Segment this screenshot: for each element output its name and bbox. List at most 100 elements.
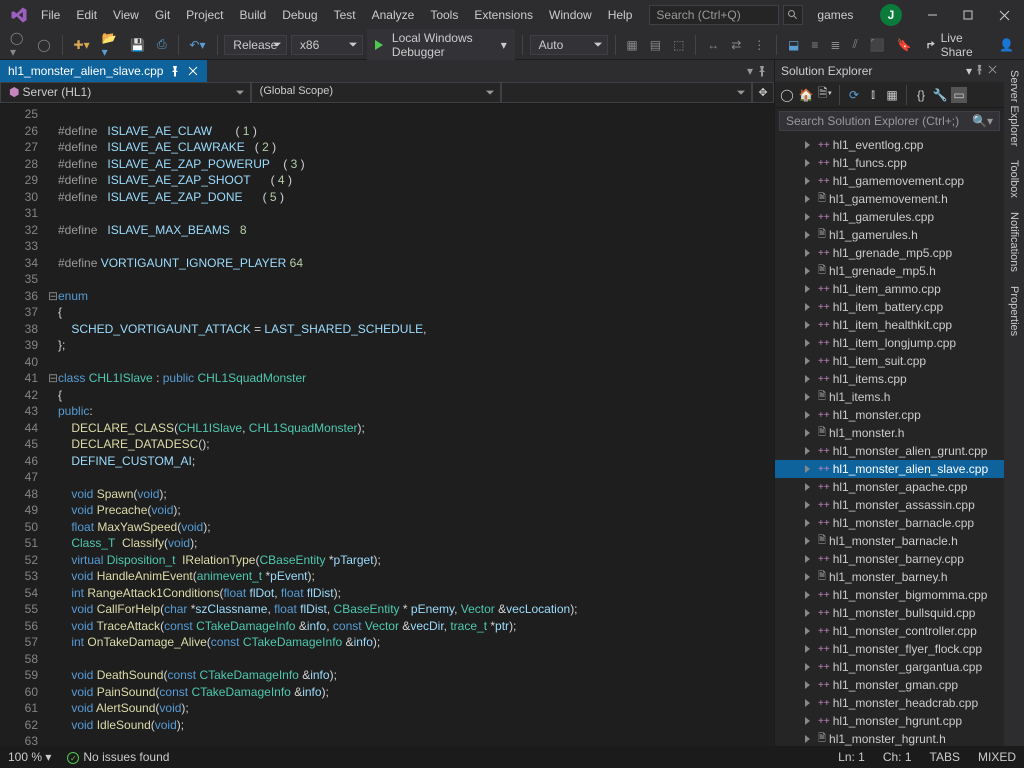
toolbar-icon-3[interactable]: ⬚ [669, 36, 688, 54]
se-item-hl1_monster_barney.cpp[interactable]: ++hl1_monster_barney.cpp [775, 550, 1004, 568]
file-tab-active[interactable]: hl1_monster_alien_slave.cpp [0, 60, 207, 82]
se-item-hl1_monster_headcrab.cpp[interactable]: ++hl1_monster_headcrab.cpp [775, 694, 1004, 712]
se-item-hl1_monster_hgrunt.h[interactable]: 🗎hl1_monster_hgrunt.h [775, 730, 1004, 746]
save-button[interactable]: 💾 [126, 36, 149, 54]
se-item-hl1_item_suit.cpp[interactable]: ++hl1_item_suit.cpp [775, 352, 1004, 370]
toolbar-icon-4[interactable]: ↔ [703, 36, 723, 54]
platform-dropdown[interactable]: x86 [291, 35, 363, 55]
se-item-hl1_gamemovement.cpp[interactable]: ++hl1_gamemovement.cpp [775, 172, 1004, 190]
open-button[interactable]: 📂▾ [98, 29, 122, 61]
config-dropdown[interactable]: Release [224, 35, 287, 55]
se-item-hl1_grenade_mp5.h[interactable]: 🗎hl1_grenade_mp5.h [775, 262, 1004, 280]
se-item-hl1_monster_controller.cpp[interactable]: ++hl1_monster_controller.cpp [775, 622, 1004, 640]
back-button[interactable]: ◯​▾ [6, 29, 29, 61]
se-preview-icon[interactable]: ▭ [951, 87, 967, 103]
rail-toolbox[interactable]: Toolbox [1008, 160, 1020, 198]
menu-git[interactable]: Git [148, 4, 177, 26]
process-dropdown[interactable]: Auto [530, 35, 608, 55]
undo-button[interactable]: ↶▾ [185, 36, 209, 54]
se-item-hl1_grenade_mp5.cpp[interactable]: ++hl1_grenade_mp5.cpp [775, 244, 1004, 262]
member-context-dropdown[interactable] [501, 82, 752, 103]
split-icon[interactable]: ✥ [752, 82, 774, 103]
toolbar-icon-1[interactable]: ▦ [622, 36, 641, 54]
menu-debug[interactable]: Debug [275, 4, 324, 26]
se-back-icon[interactable]: ◯ [779, 87, 795, 103]
maximize-button[interactable] [952, 3, 984, 27]
se-item-hl1_monster_barnacle.cpp[interactable]: ++hl1_monster_barnacle.cpp [775, 514, 1004, 532]
se-item-hl1_monster.cpp[interactable]: ++hl1_monster.cpp [775, 406, 1004, 424]
se-item-hl1_monster_alien_slave.cpp[interactable]: ++hl1_monster_alien_slave.cpp [775, 460, 1004, 478]
se-item-hl1_items.cpp[interactable]: ++hl1_items.cpp [775, 370, 1004, 388]
toolbar-icon-6[interactable]: ⋮ [749, 36, 769, 54]
close-tab-icon[interactable] [187, 65, 199, 77]
menu-help[interactable]: Help [601, 4, 640, 26]
admin-icon[interactable]: 👤 [995, 36, 1018, 54]
se-item-hl1_monster_hgrunt.cpp[interactable]: ++hl1_monster_hgrunt.cpp [775, 712, 1004, 730]
toolbar-icon-10[interactable]: ⫽ [848, 35, 861, 54]
menu-test[interactable]: Test [327, 4, 363, 26]
se-code-icon[interactable]: {} [913, 87, 929, 103]
tabs-indicator[interactable]: TABS [930, 750, 960, 764]
menu-build[interactable]: Build [233, 4, 274, 26]
se-item-hl1_monster_barnacle.h[interactable]: 🗎hl1_monster_barnacle.h [775, 532, 1004, 550]
se-item-hl1_gamerules.h[interactable]: 🗎hl1_gamerules.h [775, 226, 1004, 244]
toolbar-icon-2[interactable]: ▤ [646, 36, 665, 54]
issues-status[interactable]: ✓No issues found [67, 750, 169, 765]
lineending-indicator[interactable]: MIXED [978, 750, 1016, 764]
col-indicator[interactable]: Ch: 1 [883, 750, 912, 764]
zoom-level[interactable]: 100 % ▾ [8, 750, 51, 764]
se-item-hl1_eventlog.cpp[interactable]: ++hl1_eventlog.cpp [775, 136, 1004, 154]
se-item-hl1_item_longjump.cpp[interactable]: ++hl1_item_longjump.cpp [775, 334, 1004, 352]
se-sync-icon[interactable]: ⟳ [846, 87, 862, 103]
menu-project[interactable]: Project [179, 4, 230, 26]
forward-button[interactable]: ◯ [33, 36, 54, 54]
toolbar-icon-5[interactable]: ⇄ [727, 36, 745, 54]
se-item-hl1_gamerules.cpp[interactable]: ++hl1_gamerules.cpp [775, 208, 1004, 226]
menu-file[interactable]: File [34, 4, 67, 26]
se-item-hl1_funcs.cpp[interactable]: ++hl1_funcs.cpp [775, 154, 1004, 172]
se-item-hl1_monster_assassin.cpp[interactable]: ++hl1_monster_assassin.cpp [775, 496, 1004, 514]
line-indicator[interactable]: Ln: 1 [838, 750, 865, 764]
solution-explorer-header[interactable]: Solution Explorer ▾ [775, 60, 1004, 82]
se-item-hl1_item_ammo.cpp[interactable]: ++hl1_item_ammo.cpp [775, 280, 1004, 298]
solution-explorer-tree[interactable]: ++hl1_eventlog.cpp++hl1_funcs.cpp++hl1_g… [775, 134, 1004, 746]
se-props-icon[interactable]: 🔧 [932, 87, 948, 103]
tab-menu-dropdown[interactable]: ▾ [747, 64, 753, 78]
toolbar-icon-9[interactable]: ≣ [826, 36, 844, 54]
se-item-hl1_monster_gargantua.cpp[interactable]: ++hl1_monster_gargantua.cpp [775, 658, 1004, 676]
search-icon[interactable] [783, 5, 803, 25]
se-item-hl1_monster_barney.h[interactable]: 🗎hl1_monster_barney.h [775, 568, 1004, 586]
menu-window[interactable]: Window [542, 4, 599, 26]
se-item-hl1_items.h[interactable]: 🗎hl1_items.h [775, 388, 1004, 406]
menu-analyze[interactable]: Analyze [365, 4, 422, 26]
menu-edit[interactable]: Edit [69, 4, 104, 26]
avatar[interactable]: J [880, 4, 902, 26]
minimize-button[interactable] [916, 3, 948, 27]
se-item-hl1_monster_flyer_flock.cpp[interactable]: ++hl1_monster_flyer_flock.cpp [775, 640, 1004, 658]
se-home-icon[interactable]: 🏠 [798, 87, 814, 103]
se-showall-icon[interactable]: ▦ [884, 87, 900, 103]
new-item-button[interactable]: ✚▾ [70, 36, 94, 54]
se-item-hl1_monster_alien_grunt.cpp[interactable]: ++hl1_monster_alien_grunt.cpp [775, 442, 1004, 460]
rail-server-explorer[interactable]: Server Explorer [1008, 70, 1020, 146]
se-filter-icon[interactable]: ⫾ [865, 87, 881, 103]
pin-panel-icon[interactable] [756, 65, 768, 77]
se-item-hl1_monster_bullsquid.cpp[interactable]: ++hl1_monster_bullsquid.cpp [775, 604, 1004, 622]
menu-view[interactable]: View [106, 4, 146, 26]
se-item-hl1_gamemovement.h[interactable]: 🗎hl1_gamemovement.h [775, 190, 1004, 208]
close-button[interactable] [988, 3, 1020, 27]
panel-menu-icon[interactable]: ▾ [966, 64, 972, 78]
pin-icon[interactable] [169, 65, 181, 77]
se-doc-icon[interactable]: 🗎▾ [817, 87, 833, 103]
save-all-button[interactable]: ⎙ [153, 35, 171, 54]
se-item-hl1_item_battery.cpp[interactable]: ++hl1_item_battery.cpp [775, 298, 1004, 316]
run-debugger-button[interactable]: Local Windows Debugger▾ [367, 29, 515, 61]
pin-panel-icon[interactable] [974, 64, 985, 75]
se-item-hl1_monster.h[interactable]: 🗎hl1_monster.h [775, 424, 1004, 442]
scope-context-dropdown[interactable]: (Global Scope) [251, 82, 502, 103]
rail-notifications[interactable]: Notifications [1008, 212, 1020, 272]
rail-properties[interactable]: Properties [1008, 286, 1020, 336]
liveshare-button[interactable]: Live Share [920, 29, 991, 61]
search-input[interactable]: Search (Ctrl+Q) [649, 5, 779, 25]
toolbar-icon-11[interactable]: ⬛ [866, 36, 889, 54]
